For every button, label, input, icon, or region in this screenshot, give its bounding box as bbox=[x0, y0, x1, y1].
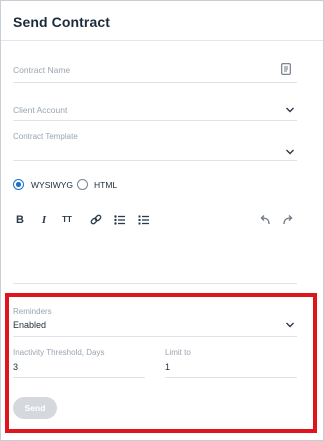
html-radio[interactable] bbox=[77, 179, 88, 190]
numbered-list-icon[interactable] bbox=[137, 213, 151, 227]
client-account-select[interactable]: Client Account bbox=[13, 97, 297, 121]
chevron-down-icon[interactable] bbox=[285, 105, 295, 115]
contract-name-field[interactable]: Contract Name bbox=[13, 59, 297, 83]
bold-icon[interactable]: B bbox=[13, 213, 27, 227]
wysiwyg-label[interactable]: WYSIWYG bbox=[31, 180, 73, 190]
link-icon[interactable] bbox=[89, 213, 103, 227]
contract-name-placeholder: Contract Name bbox=[13, 65, 71, 75]
page-title: Send Contract bbox=[13, 14, 110, 30]
text-size-icon[interactable]: TT bbox=[60, 213, 74, 227]
editor-toolbar: B I TT bbox=[13, 213, 297, 229]
contract-template-select[interactable]: Contract Template bbox=[13, 129, 297, 161]
highlight-box bbox=[5, 293, 317, 433]
undo-icon[interactable] bbox=[258, 213, 272, 227]
panel-header: Send Contract bbox=[1, 1, 323, 41]
wysiwyg-radio[interactable] bbox=[13, 179, 24, 190]
bulleted-list-icon[interactable] bbox=[113, 213, 127, 227]
contract-template-label: Contract Template bbox=[13, 132, 78, 141]
html-label[interactable]: HTML bbox=[94, 180, 117, 190]
chevron-down-icon[interactable] bbox=[285, 147, 295, 157]
editor-content-area[interactable] bbox=[13, 283, 297, 284]
redo-icon[interactable] bbox=[281, 213, 295, 227]
format-radio-group: WYSIWYG HTML bbox=[13, 178, 213, 192]
client-account-placeholder: Client Account bbox=[13, 105, 68, 115]
document-icon[interactable] bbox=[281, 63, 291, 75]
italic-icon[interactable]: I bbox=[37, 213, 51, 227]
